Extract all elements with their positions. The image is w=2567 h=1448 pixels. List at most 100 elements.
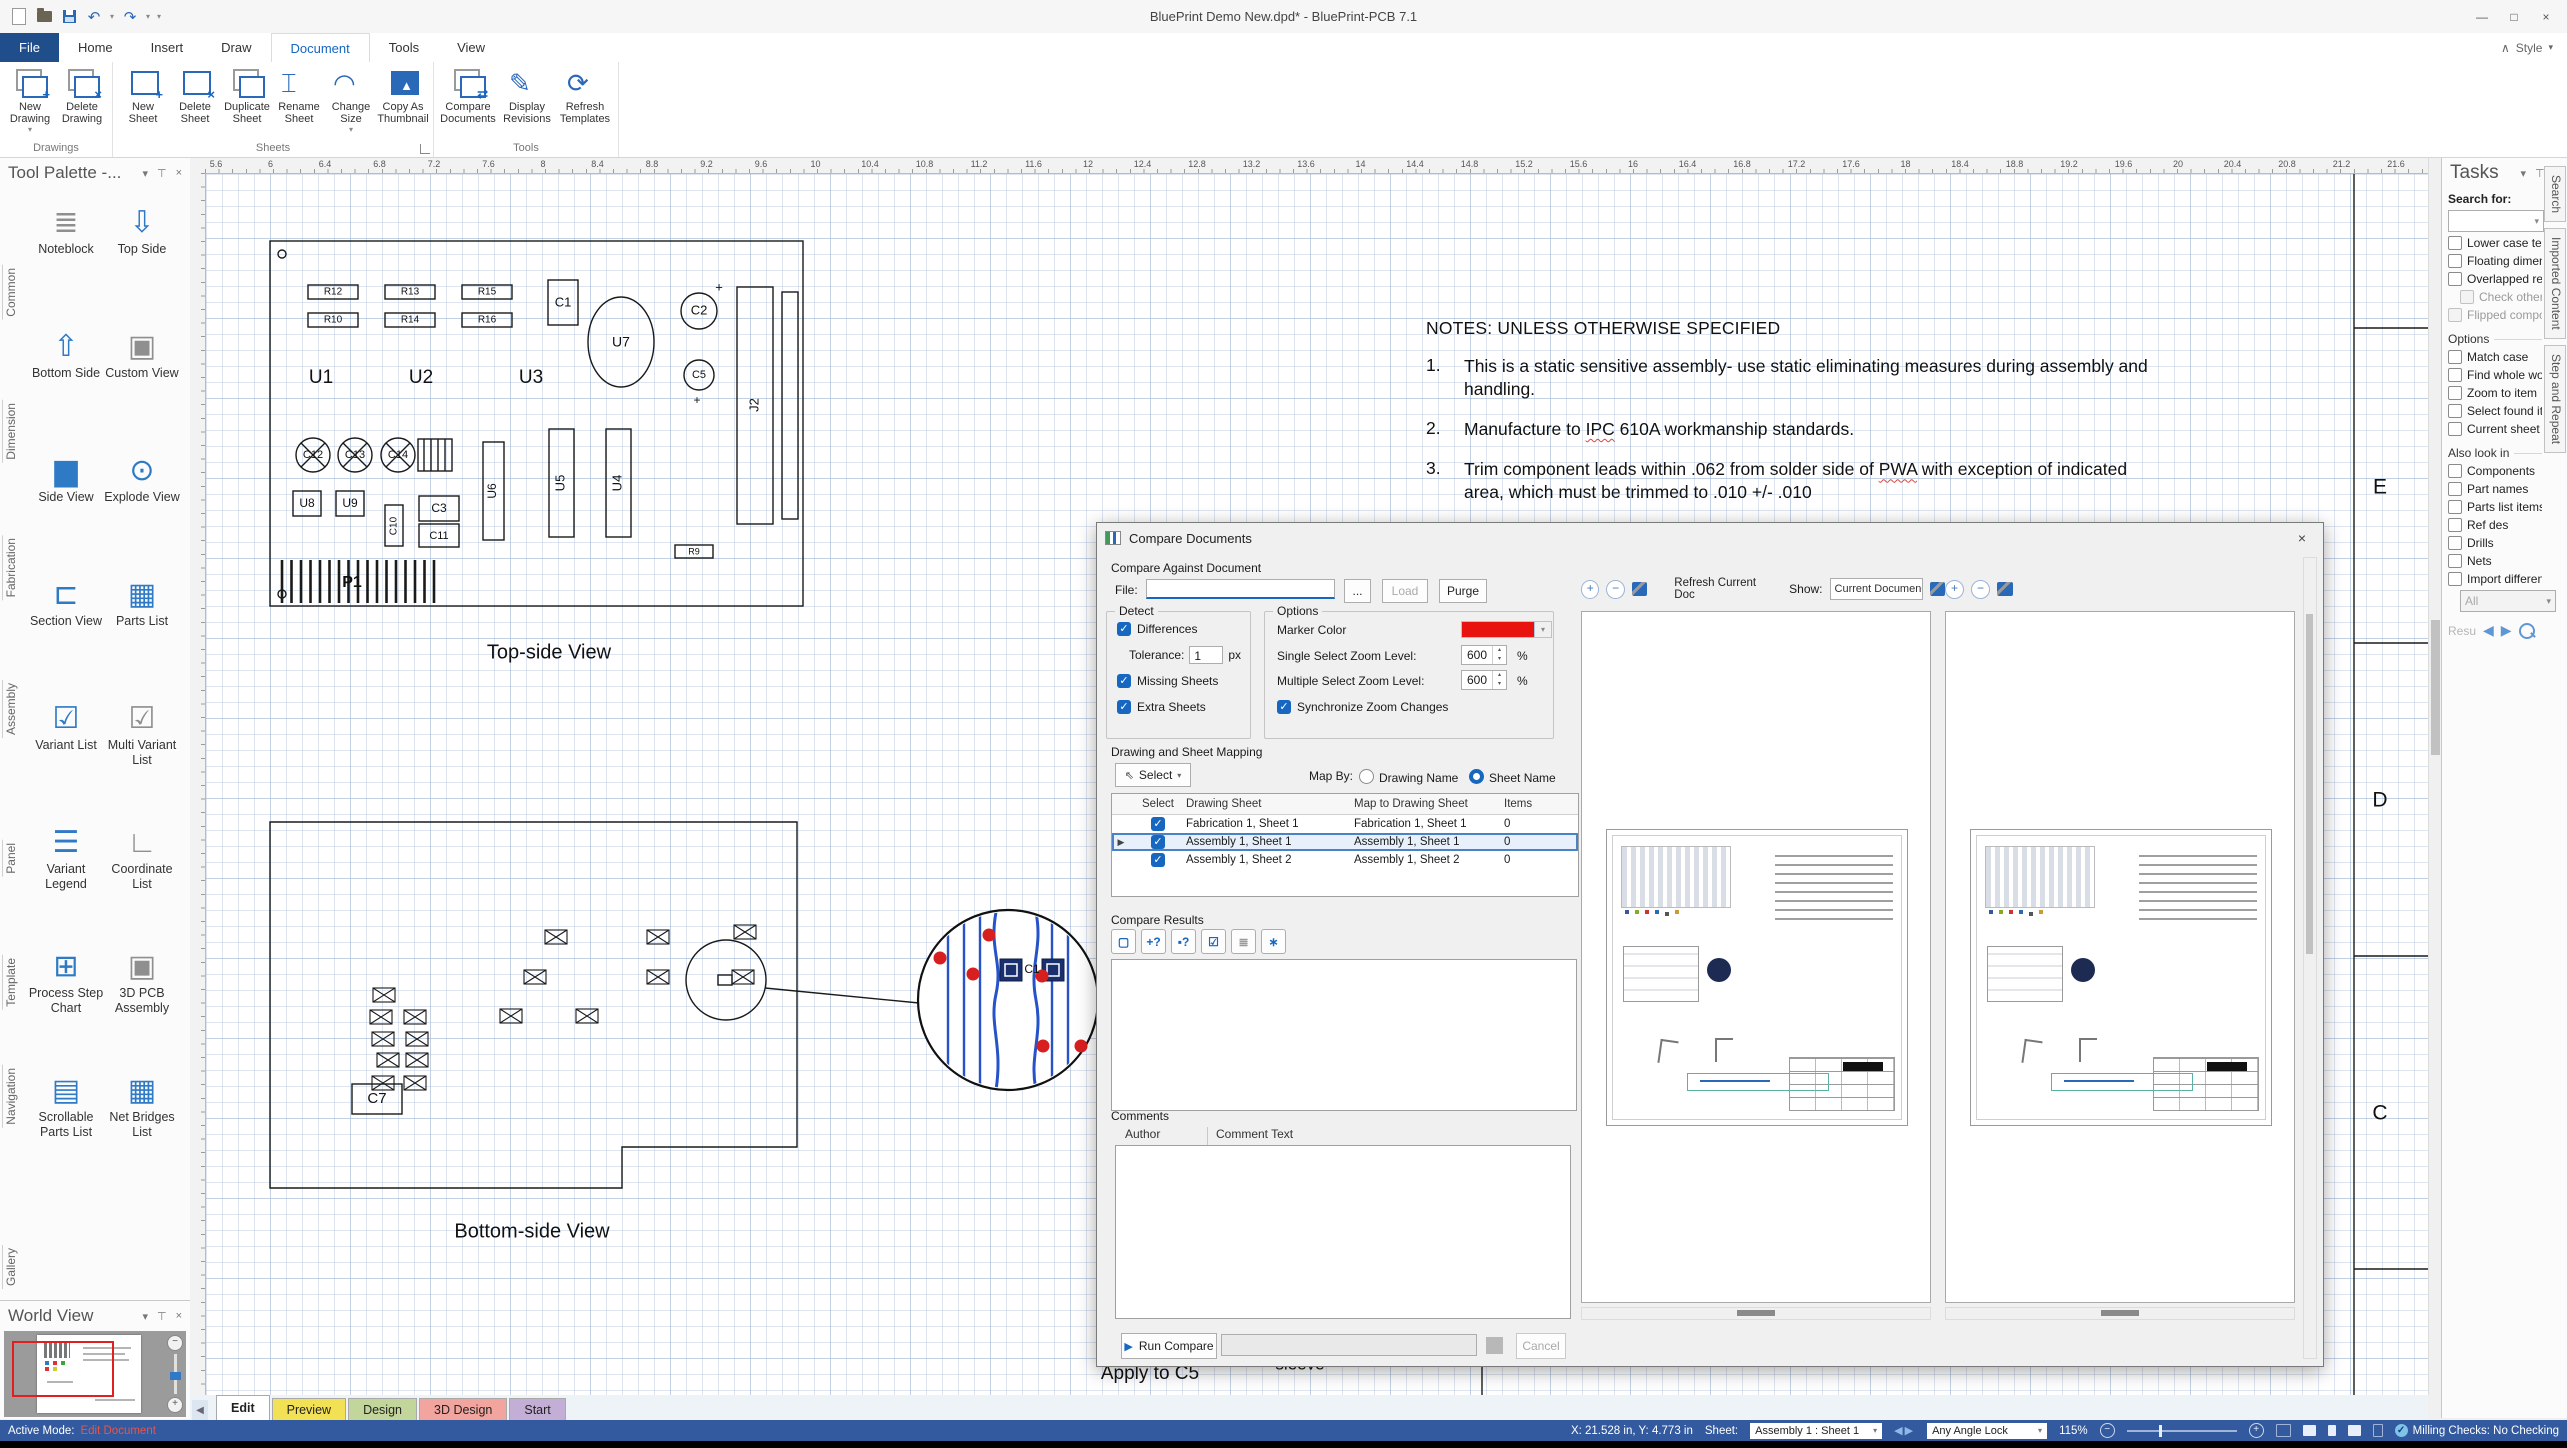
new-sheet-button[interactable]: + New Sheet xyxy=(117,64,169,139)
refresh-templates-button[interactable]: ⟳ Refresh Templates xyxy=(556,64,614,139)
checkbox[interactable] xyxy=(2448,236,2462,250)
tasks-tab-search[interactable]: Search xyxy=(2544,166,2566,222)
check-part-names[interactable]: Part names xyxy=(2448,482,2542,496)
fit-view-icon[interactable] xyxy=(1997,582,2013,596)
undo-icon[interactable]: ↶ xyxy=(85,9,103,25)
maximize-button[interactable]: □ xyxy=(2499,5,2529,29)
check-match-case[interactable]: Match case xyxy=(2448,350,2542,364)
display-revisions-button[interactable]: ✎ Display Revisions xyxy=(498,64,556,139)
tool-variant-legend[interactable]: ☰Variant Legend xyxy=(28,816,104,940)
previous-sheet-icon[interactable]: ◀ xyxy=(1894,1425,1904,1437)
layout-icon[interactable] xyxy=(1930,582,1945,596)
sheet-thumbnail[interactable] xyxy=(1606,829,1908,1126)
run-compare-button[interactable]: ▶ Run Compare xyxy=(1121,1333,1217,1359)
checkbox[interactable] xyxy=(2448,272,2462,286)
next-sheet-icon[interactable]: ▶ xyxy=(1905,1425,1915,1437)
pane1-horizontal-scrollbar[interactable] xyxy=(1581,1307,1931,1320)
map-by-sheet-name-radio[interactable]: Sheet Name xyxy=(1469,769,1556,785)
marker-color-dropdown-icon[interactable]: ▾ xyxy=(1534,621,1552,638)
comment-text-column-header[interactable]: Comment Text xyxy=(1207,1127,1293,1145)
canvas-vertical-scrollbar[interactable] xyxy=(2428,158,2442,1395)
tasks-tab-step-and-repeat[interactable]: Step and Repeat xyxy=(2544,345,2566,453)
palette-tab-fabrication[interactable]: Fabrication xyxy=(2,535,27,600)
author-column-header[interactable]: Author xyxy=(1115,1127,1207,1145)
checkbox[interactable] xyxy=(2448,536,2462,550)
multiple-zoom-spinner[interactable]: 600▴▾ xyxy=(1461,670,1507,690)
ortho-toggle-icon[interactable] xyxy=(2328,1425,2336,1436)
check-nets[interactable]: Nets xyxy=(2448,554,2542,568)
tolerance-input[interactable]: 1 xyxy=(1189,646,1223,664)
tool-process-step-chart[interactable]: ⊞Process Step Chart xyxy=(28,940,104,1064)
tab-document[interactable]: Document xyxy=(271,33,370,62)
previous-result-icon[interactable]: ◀ xyxy=(2483,622,2494,639)
palette-tab-dimension[interactable]: Dimension xyxy=(2,400,27,463)
results-markers-icon[interactable]: ∗ xyxy=(1261,929,1286,954)
map-by-drawing-name-radio[interactable]: Drawing Name xyxy=(1359,769,1458,785)
new-document-icon[interactable] xyxy=(10,9,28,25)
single-zoom-spinner[interactable]: 600▴▾ xyxy=(1461,645,1507,665)
selection-filter-icon[interactable] xyxy=(2276,1424,2291,1437)
tab-tools[interactable]: Tools xyxy=(370,33,438,62)
tool-parts-list[interactable]: ▦Parts List xyxy=(104,568,180,692)
minimize-button[interactable]: — xyxy=(2467,5,2497,29)
check-components[interactable]: Components xyxy=(2448,464,2542,478)
sheet-tab-design[interactable]: Design xyxy=(348,1398,417,1420)
checkbox[interactable] xyxy=(2448,554,2462,568)
viewport-rectangle[interactable] xyxy=(12,1341,114,1397)
delete-drawing-button[interactable]: × Delete Drawing xyxy=(56,64,108,139)
sheet-tab-preview[interactable]: Preview xyxy=(272,1398,346,1420)
zoom-out-icon[interactable]: − xyxy=(1971,580,1990,599)
world-view-zoom-slider[interactable]: − + xyxy=(167,1335,183,1413)
comments-list[interactable] xyxy=(1115,1145,1571,1319)
new-drawing-button[interactable]: + New Drawing▾ xyxy=(4,64,56,139)
differences-checkbox[interactable]: ✓Differences xyxy=(1117,622,1197,636)
check-overlapped-ref[interactable]: Overlapped ref xyxy=(2448,272,2542,286)
check-find-whole-word[interactable]: Find whole wor xyxy=(2448,368,2542,382)
checked-checkbox-icon[interactable]: ✓ xyxy=(1151,835,1165,849)
compare-document-preview[interactable] xyxy=(1945,611,2295,1303)
tool-side-view[interactable]: ▆Side View xyxy=(28,444,104,568)
check-parts-list-items[interactable]: Parts list items xyxy=(2448,500,2542,514)
save-icon[interactable] xyxy=(60,9,78,25)
checkbox[interactable] xyxy=(2448,464,2462,478)
duplicate-sheet-button[interactable]: Duplicate Sheet xyxy=(221,64,273,139)
tab-file[interactable]: File xyxy=(0,33,59,62)
panel-menu-icon[interactable]: ▾ xyxy=(2520,167,2526,180)
redo-dropdown-icon[interactable]: ▾ xyxy=(146,12,150,21)
checkbox[interactable] xyxy=(2448,404,2462,418)
tool-custom-view[interactable]: ▣Custom View xyxy=(104,320,180,444)
change-size-button[interactable]: ◠ Change Size▾ xyxy=(325,64,377,139)
zoom-in-icon[interactable]: + xyxy=(1945,580,1964,599)
sheet-tab-edit[interactable]: Edit xyxy=(216,1395,270,1420)
check-zoom-to-item[interactable]: Zoom to item xyxy=(2448,386,2542,400)
check-import-differences[interactable]: Import differenc xyxy=(2448,572,2542,586)
style-dropdown-icon[interactable]: ▾ xyxy=(2548,42,2553,53)
results-select-all-icon[interactable]: ▢ xyxy=(1111,929,1136,954)
mapping-row-assembly1-sheet1[interactable]: ▶ ✓ Assembly 1, Sheet 1 Assembly 1, Shee… xyxy=(1112,833,1578,851)
angle-lock-select[interactable]: Any Angle Lock▾ xyxy=(1927,1423,2047,1439)
dialog-title-bar[interactable]: Compare Documents xyxy=(1097,523,2323,553)
close-button[interactable]: × xyxy=(2531,5,2561,29)
palette-tab-common[interactable]: Common xyxy=(2,265,27,320)
checkbox[interactable] xyxy=(2448,572,2462,586)
pin-icon[interactable]: ⊤ xyxy=(157,1310,167,1323)
tab-insert[interactable]: Insert xyxy=(132,33,203,62)
close-icon[interactable]: × xyxy=(176,167,182,179)
copy-as-thumbnail-button[interactable]: ▲ Copy As Thumbnail xyxy=(377,64,429,139)
extra-sheets-checkbox[interactable]: ✓Extra Sheets xyxy=(1117,700,1206,714)
undo-dropdown-icon[interactable]: ▾ xyxy=(110,12,114,21)
purge-button[interactable]: Purge xyxy=(1439,579,1487,603)
tool-coordinate-list[interactable]: ∟Coordinate List xyxy=(104,816,180,940)
tool-3d-pcb-assembly[interactable]: ▣3D PCB Assembly xyxy=(104,940,180,1064)
tool-noteblock[interactable]: ≣Noteblock xyxy=(28,196,104,320)
current-document-preview[interactable] xyxy=(1581,611,1931,1303)
check-ref-des[interactable]: Ref des xyxy=(2448,518,2542,532)
tool-net-bridges-list[interactable]: ▦Net Bridges List xyxy=(104,1064,180,1188)
tool-variant-list[interactable]: ☑Variant List xyxy=(28,692,104,816)
tab-scroll-left-icon[interactable]: ◀ xyxy=(192,1400,208,1420)
tab-home[interactable]: Home xyxy=(59,33,132,62)
close-icon[interactable]: × xyxy=(176,1310,182,1322)
search-input[interactable]: ▾ xyxy=(2448,210,2544,232)
grid-toggle-icon[interactable] xyxy=(2303,1425,2316,1436)
zoom-out-icon[interactable]: − xyxy=(2100,1423,2115,1438)
